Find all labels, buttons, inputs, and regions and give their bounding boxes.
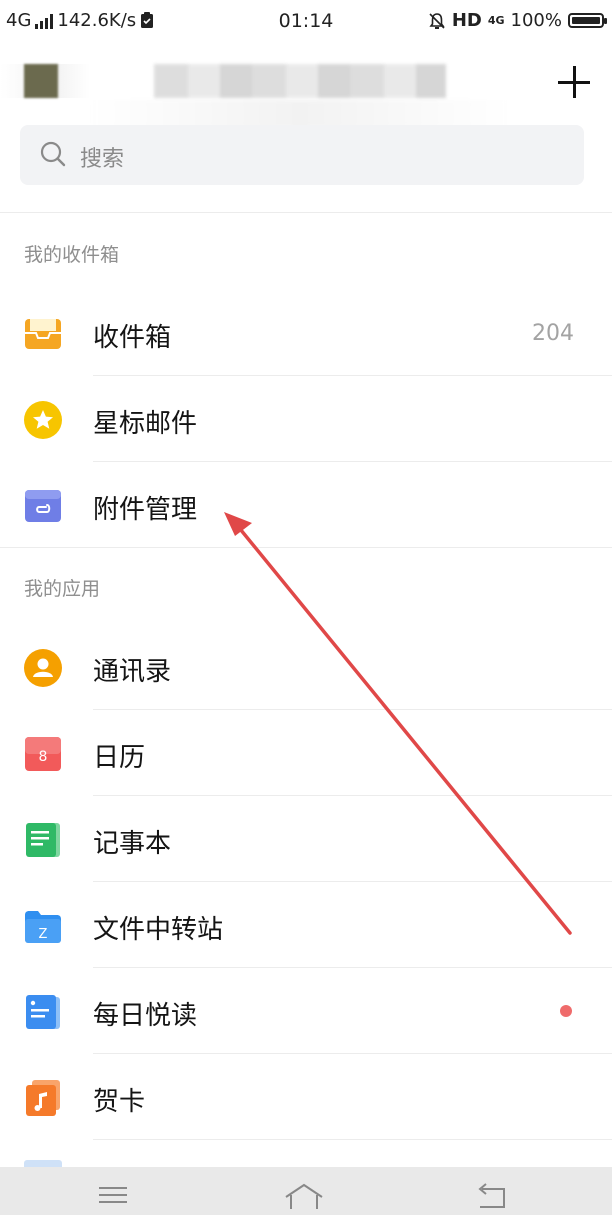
- list-item-greeting-card[interactable]: 贺卡: [0, 1054, 612, 1140]
- list-item-label: 通讯录: [93, 657, 172, 687]
- list-item-contacts[interactable]: 通讯录: [0, 624, 612, 710]
- contacts-icon: [24, 649, 62, 687]
- music-card-icon: [26, 1080, 60, 1116]
- home-icon[interactable]: [284, 1181, 324, 1209]
- attachment-icon: [25, 490, 61, 522]
- folder-letter: Z: [39, 927, 48, 942]
- mute-bell-icon: [429, 12, 445, 29]
- list-item-starred[interactable]: 星标邮件: [0, 376, 612, 462]
- menu-icon[interactable]: [93, 1181, 133, 1209]
- list-item-label: 附件管理: [93, 495, 198, 525]
- status-right: HD 4G 100%: [428, 10, 607, 31]
- notepad-icon: [26, 823, 60, 857]
- hd-label: HD: [451, 10, 482, 31]
- list-item-file-transfer[interactable]: Z 文件中转站: [0, 882, 612, 968]
- list-item-inbox[interactable]: 收件箱 204: [0, 290, 612, 376]
- divider: [0, 212, 612, 213]
- search-placeholder: 搜索: [80, 147, 125, 172]
- reading-icon: [26, 995, 60, 1029]
- new-indicator-dot: [560, 1005, 572, 1017]
- divider: [93, 1139, 612, 1140]
- blurred-region: [90, 100, 510, 128]
- list-item-label: 每日悦读: [93, 1001, 198, 1031]
- add-icon[interactable]: [558, 66, 590, 98]
- search-icon: [40, 141, 66, 167]
- inbox-icon: [25, 319, 61, 349]
- list-item-label: 收件箱: [93, 323, 172, 353]
- list-item-calendar[interactable]: 8 日历: [0, 710, 612, 796]
- battery-percent: 100%: [510, 10, 562, 31]
- star-icon: [24, 401, 62, 439]
- list-item-label: 日历: [93, 743, 146, 773]
- unread-count: 204: [532, 321, 574, 346]
- list-item-notepad[interactable]: 记事本: [0, 796, 612, 882]
- status-bar: 4G 142.6K/s 01:14 HD 4G 100%: [0, 0, 612, 44]
- back-icon[interactable]: [472, 1181, 512, 1209]
- battery-icon: [568, 13, 607, 28]
- folder-icon: Z: [25, 911, 61, 943]
- divider: [0, 547, 612, 548]
- avatar[interactable]: [24, 64, 58, 98]
- account-name-blurred[interactable]: [154, 64, 446, 98]
- section-title-mailbox: 我的收件箱: [24, 244, 120, 266]
- system-navigation-bar: [0, 1167, 612, 1215]
- section-title-apps: 我的应用: [24, 578, 101, 600]
- calendar-date: 8: [39, 749, 48, 765]
- search-bar[interactable]: 搜索: [20, 125, 584, 185]
- list-item-attachments[interactable]: 附件管理: [0, 462, 612, 548]
- list-item-label: 星标邮件: [93, 409, 198, 439]
- list-item-label: 贺卡: [93, 1087, 146, 1117]
- calendar-icon: 8: [25, 737, 61, 771]
- list-item-label: 文件中转站: [93, 915, 224, 945]
- list-item-label: 记事本: [93, 829, 172, 859]
- network-type-2: 4G: [487, 13, 505, 27]
- list-item-daily-reading[interactable]: 每日悦读: [0, 968, 612, 1054]
